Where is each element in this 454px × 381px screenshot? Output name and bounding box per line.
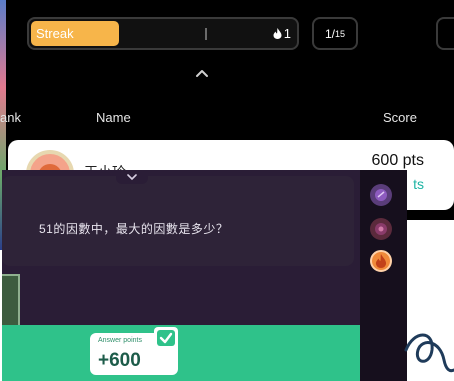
streak-count: 1: [273, 26, 291, 41]
column-header-score: Score: [383, 110, 417, 125]
side-thumbnail[interactable]: [2, 274, 20, 330]
counter-total: 15: [335, 28, 346, 39]
question-window: 51的因數中，最大的因數是多少？ Answer points +600: [2, 170, 407, 381]
flame-icon: [375, 254, 387, 268]
answer-result-bar: Answer points +600: [2, 325, 360, 381]
player-score: 600 pts: [371, 152, 424, 169]
answer-points-label: Answer points: [98, 337, 142, 344]
decorative-swirl: [404, 333, 454, 373]
orb-icon: [375, 223, 387, 235]
answer-points-card: Answer points +600: [90, 327, 178, 375]
chevron-down-icon: [127, 174, 137, 181]
column-header-name: Name: [96, 110, 131, 125]
streak-milestone-marker: [205, 28, 207, 40]
powerup-rail: [360, 170, 407, 381]
menu-button[interactable]: [436, 17, 454, 50]
counter-current: 1/: [324, 26, 335, 41]
check-icon: [157, 330, 175, 346]
streak-label: Streak: [36, 26, 74, 41]
question-counter: 1/15: [312, 17, 358, 50]
powerup-badge-2[interactable]: [370, 218, 392, 240]
check-badge: [154, 327, 178, 349]
column-header-rank: ank: [0, 110, 21, 125]
player-points-partial: ts: [413, 176, 424, 192]
question-text: 51的因數中，最大的因數是多少？: [39, 222, 229, 236]
chevron-up-icon[interactable]: [193, 66, 211, 80]
orb-icon: [375, 189, 387, 201]
flame-icon: [273, 28, 282, 39]
powerup-badge-1[interactable]: [370, 184, 392, 206]
streak-count-value: 1: [283, 26, 291, 41]
streak-bar: Streak 1: [27, 17, 299, 50]
collapse-handle[interactable]: [116, 170, 148, 184]
screen: Streak 1 1/15 ank Name Score 王小玲 600 pts…: [0, 0, 454, 381]
answer-points-value: +600: [98, 350, 141, 371]
question-card: 51的因數中，最大的因數是多少？: [2, 176, 354, 266]
powerup-badge-3[interactable]: [370, 250, 392, 272]
